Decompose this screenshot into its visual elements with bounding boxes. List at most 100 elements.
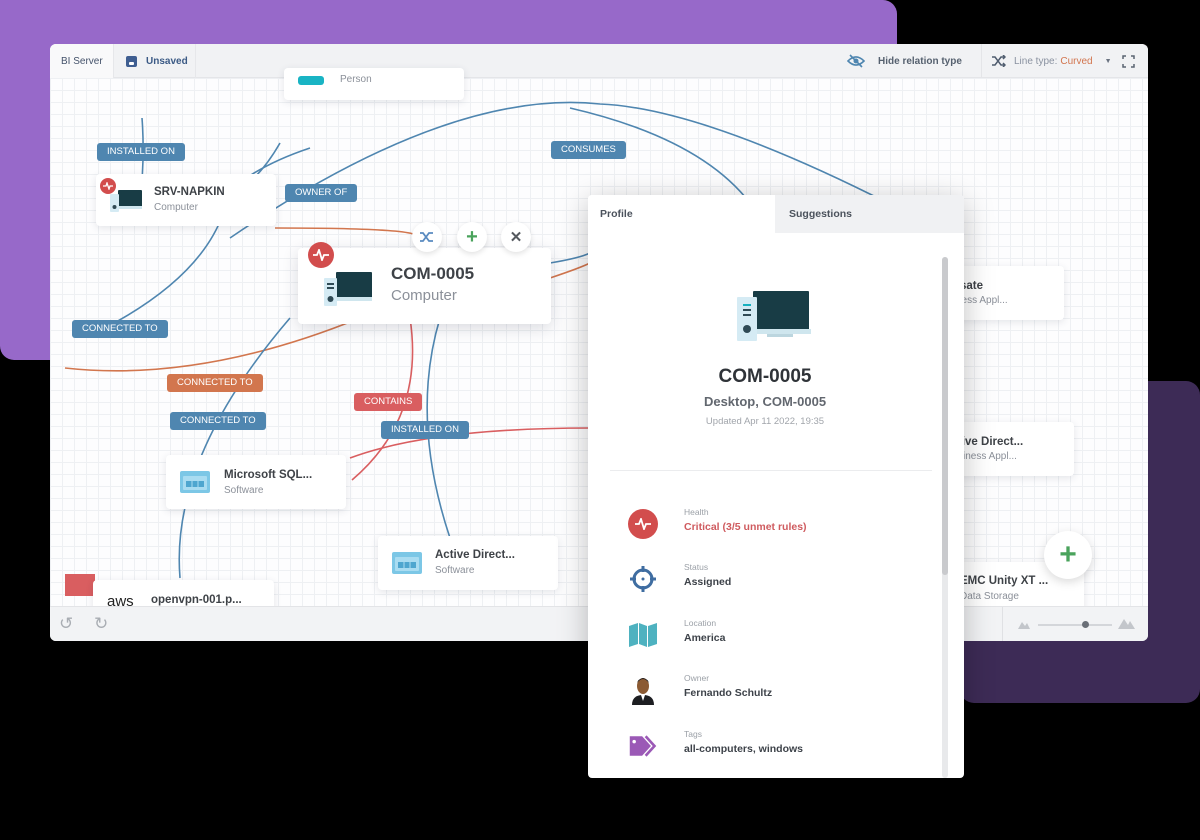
node-person[interactable]: Person [284, 68, 464, 100]
field-owner: Owner Fernando Schultz [588, 673, 942, 713]
redo-icon[interactable]: ↻ [94, 614, 108, 634]
chevron-down-icon: ▼ [1104, 57, 1112, 65]
divider [1002, 607, 1003, 641]
field-label: Tags [684, 729, 702, 739]
zoom-in-mountain-icon[interactable] [1118, 617, 1135, 629]
field-value: all-computers, windows [684, 743, 804, 755]
health-critical-icon [100, 178, 116, 194]
profile-subtitle: Desktop, COM-0005 [703, 394, 827, 409]
node-subtitle: Computer [391, 287, 457, 304]
field-value: Assigned [684, 576, 732, 588]
health-icon [628, 509, 658, 539]
computer-icon [324, 272, 372, 306]
tab-label: Suggestions [789, 208, 853, 220]
health-critical-icon [308, 242, 334, 268]
zoom-slider-handle[interactable] [1082, 621, 1089, 628]
tab-label: Unsaved [146, 55, 188, 67]
node-title: EMC Unity XT ... [960, 575, 1049, 587]
tab-label: BI Server [61, 55, 103, 67]
profile-title: COM-0005 [718, 366, 812, 387]
hide-relation-label: Hide relation type [878, 55, 962, 67]
field-location: Location America [588, 618, 942, 658]
field-label: Location [684, 618, 717, 628]
node-title: Active Direct... [435, 549, 515, 561]
shuffle-button[interactable] [412, 222, 442, 252]
computer-icon [737, 291, 811, 341]
hide-relation-type-button[interactable]: Hide relation type [847, 44, 962, 78]
node-srv-napkin[interactable]: SRV-NAPKIN Computer [96, 174, 276, 226]
tab-label: Profile [600, 208, 633, 220]
add-node-fab[interactable]: + [1044, 531, 1092, 579]
field-value: Fernando Schultz [684, 687, 773, 699]
shuffle-icon [420, 232, 433, 242]
edge [274, 227, 418, 239]
folder-icon [65, 574, 95, 596]
tab-unsaved[interactable]: Unsaved [114, 44, 196, 78]
close-icon: ✕ [509, 229, 523, 246]
software-icon [180, 471, 210, 493]
tab-suggestions[interactable]: Suggestions [775, 195, 964, 233]
node-subtitle: Computer [154, 202, 198, 213]
profile-panel: Profile Suggestions COM-0005 Desktop, CO… [588, 195, 964, 778]
edge [549, 252, 591, 264]
save-icon [126, 55, 137, 67]
edge-label[interactable]: CONTAINS [354, 393, 423, 411]
node-com-0005-selected[interactable]: COM-0005 Computer [298, 242, 551, 324]
node-title: tive Direct... [958, 436, 1024, 448]
tab-bi-server[interactable]: BI Server [50, 44, 114, 78]
node-subtitle: Software [224, 485, 264, 496]
add-button[interactable]: + [457, 222, 487, 252]
field-label: Status [684, 562, 709, 572]
scrollbar[interactable] [942, 257, 948, 778]
avatar [632, 678, 654, 705]
eye-off-icon [847, 54, 865, 68]
field-label: Health [684, 507, 709, 517]
field-tags: Tags all-computers, windows [588, 729, 942, 769]
scrollbar-thumb[interactable] [942, 257, 948, 575]
undo-icon[interactable]: ↺ [59, 614, 73, 634]
close-button[interactable]: ✕ [501, 222, 531, 252]
node-subtitle: Software [435, 565, 475, 576]
zoom-slider[interactable] [1038, 621, 1112, 628]
node-subtitle: Person [340, 74, 372, 85]
node-subtitle: siness Appl... [958, 451, 1017, 462]
profile-updated-timestamp: Updated Apr 11 2022, 19:35 [705, 416, 825, 427]
edge-label[interactable]: INSTALLED ON [381, 421, 469, 439]
fullscreen-icon [1122, 54, 1135, 68]
zoom-out-mountain-icon[interactable] [1018, 620, 1030, 629]
fullscreen-button[interactable] [1122, 44, 1135, 78]
node-active-directory-software[interactable]: Active Direct... Software [378, 536, 558, 590]
field-label: Owner [684, 673, 710, 683]
edge-label[interactable]: CONNECTED TO [167, 374, 263, 392]
field-health: Health Critical (3/5 unmet rules) [588, 507, 942, 547]
line-type-value: Curved [1060, 55, 1093, 67]
line-type-label: Line type: [1014, 55, 1058, 67]
node-title: openvpn-001.p... [151, 594, 242, 606]
software-icon [392, 552, 422, 574]
plus-icon: + [1059, 538, 1077, 571]
plus-icon: + [466, 225, 478, 248]
top-bar: BI Server Unsaved Hide relation type Lin… [50, 44, 1148, 78]
edge-label[interactable]: OWNER OF [285, 184, 358, 202]
shuffle-icon [992, 55, 1006, 67]
node-subtitle: Data Storage [960, 591, 1019, 602]
node-title: Microsoft SQL... [224, 469, 313, 481]
node-microsoft-sql[interactable]: Microsoft SQL... Software [166, 455, 346, 509]
tab-profile[interactable]: Profile [588, 195, 775, 233]
map-icon [629, 623, 657, 647]
line-type-dropdown[interactable]: Line type: Curved ▼ [981, 44, 1112, 78]
field-value: America [684, 632, 726, 644]
node-title: SRV-NAPKIN [154, 186, 225, 198]
edge-label[interactable]: CONSUMES [551, 141, 626, 159]
person-icon [298, 76, 324, 85]
edge-label[interactable]: CONNECTED TO [72, 320, 168, 338]
field-value: Critical (3/5 unmet rules) [684, 521, 807, 533]
tag-icon [629, 735, 657, 757]
node-title: COM-0005 [391, 264, 475, 283]
edge [104, 213, 224, 329]
edge-label[interactable]: INSTALLED ON [97, 143, 185, 161]
edge [549, 262, 591, 279]
edge-label[interactable]: CONNECTED TO [170, 412, 266, 430]
field-status: Status Assigned [588, 562, 942, 602]
divider [610, 470, 932, 471]
